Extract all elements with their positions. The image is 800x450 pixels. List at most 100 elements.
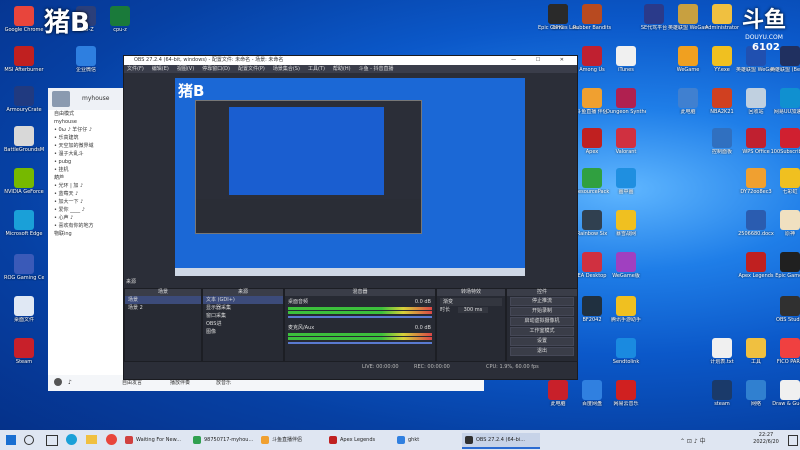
desktop-icon[interactable]: Rubber Bandits [572,4,612,31]
desktop-icon[interactable]: 桌面文件 [4,296,44,323]
chat-channel-item[interactable]: • 0ω ♪ 羊仔仔 ♪ [48,126,123,134]
desktop-icon[interactable]: 腾讯手游助手 [606,296,646,323]
volume-slider[interactable] [288,342,432,344]
track-name: 麦克风/Aux [288,325,315,331]
chat-channel-item[interactable]: • 温子大乱斗 [48,150,123,158]
control-button[interactable]: 设置 [510,337,574,346]
watermark-cn: 斗鱼 [741,8,786,33]
edge-icon[interactable] [66,434,77,445]
menu-item[interactable]: 帮助(H) [333,66,351,72]
taskbar-app[interactable]: 98750717-myhou... [190,433,268,447]
chat-channel-item[interactable]: 自由模式 [48,110,123,118]
chat-channel-item[interactable]: 物联ing [48,230,123,238]
menu-item[interactable]: 停靠窗口(D) [202,66,230,72]
notification-icon[interactable] [788,435,798,446]
desktop-icon[interactable]: iTunes [606,46,646,73]
desktop-icon[interactable]: ArmouryCrate [4,86,44,113]
avatar[interactable] [52,91,70,107]
chat-channel-item[interactable]: • 天空加的微界域 [48,142,123,150]
volume-icon[interactable]: ♪ [68,379,72,386]
toolbar-music[interactable]: 放音乐 [216,379,231,386]
source-item[interactable]: 图像 [203,328,283,336]
window-controls[interactable]: — ☐ ✕ [511,56,573,65]
app-icon [678,88,698,108]
desktop-icon[interactable]: NVIDIA GeForce [4,168,44,195]
desktop-icon[interactable]: Sendtolink [606,338,646,365]
control-button[interactable]: 启动虚拟摄像机 [510,317,574,326]
chat-channel-item[interactable]: 葫芦 [48,174,123,182]
tray-icons[interactable]: ⌃ ⊡ ♪ 中 [680,436,740,445]
chat-channel-item[interactable]: • 蓝莓天 ♪ [48,190,123,198]
menu-item[interactable]: 配置文件(P) [238,66,265,72]
desktop-icon[interactable]: 100Subscribers [770,128,800,155]
chat-channel-item[interactable]: • 心声 ♪ [48,214,123,222]
nested-preview-window [195,100,422,234]
desktop-icon[interactable]: OBS Studio [770,296,800,323]
toolbar-free-talk[interactable]: 自由发言 [122,379,142,386]
chat-channel-item[interactable]: • 乐高建筑 [48,134,123,142]
control-button[interactable]: 退出 [510,347,574,356]
desktop-icon[interactable]: BattleGroundsMobile [4,126,44,153]
desktop-icon[interactable]: Dungeon Synthesis [606,88,646,115]
explorer-icon[interactable] [86,435,97,444]
chat-channel-item[interactable]: myhouse [48,118,123,126]
task-view-icon[interactable] [46,435,58,446]
chat-channel-item[interactable]: • 光环 | 加 ♪ [48,182,123,190]
chat-channel-item[interactable]: • 加大一下 ♪ [48,198,123,206]
desktop-icon[interactable]: Valorant [606,128,646,155]
control-button[interactable]: 停止推流 [510,297,574,306]
toolbar-accompany[interactable]: 播放伴奏 [170,379,190,386]
desktop-icon[interactable]: cpu-z [100,6,140,33]
source-item[interactable]: 窗口采集 [203,312,283,320]
menu-item[interactable]: 斗鱼 - 抖音直播 [359,66,394,72]
menu-item[interactable]: 视图(V) [177,66,194,72]
volume-slider[interactable] [288,316,432,318]
desktop-icon[interactable]: 网易云音乐 [606,380,646,407]
taskbar-app[interactable]: Waiting For New... [122,433,200,447]
control-button[interactable]: 工作室模式 [510,327,574,336]
chat-channel-item[interactable]: • 爱你 ____ ♪ [48,206,123,214]
menu-item[interactable]: 场景集合(S) [273,66,300,72]
desktop-icon[interactable]: 网易UU加速器 [770,88,800,115]
desktop-icon[interactable]: FICO PARK [770,338,800,365]
desktop-icon[interactable]: 原神 [770,210,800,237]
desktop-icon[interactable]: Google Chrome [4,6,44,33]
mic-icon[interactable] [54,378,62,386]
desktop-icon[interactable]: MSI Afterburner [4,46,44,73]
desktop-icon[interactable]: Epic Games [770,252,800,279]
chat-channel-item[interactable]: • pubg [48,158,123,166]
clock-time: 22:27 [758,432,774,438]
desktop-icon[interactable]: Steam [4,338,44,365]
taskbar-app[interactable]: 斗鱼直播伴侣 [258,433,336,447]
taskbar-app[interactable]: OBS 27.2.4 (64-bi... [462,433,540,449]
duration-value[interactable]: 300 ms [457,307,489,313]
desktop-icon[interactable]: WeGame版 [606,252,646,279]
taskbar-app[interactable]: ghkt [394,433,472,447]
start-button[interactable] [6,435,16,445]
chat-channel-item[interactable]: • 喜欢有你的地方 [48,222,123,230]
menu-item[interactable]: 工具(T) [308,66,325,72]
desktop-icon[interactable]: Draw & Guess [770,380,800,407]
obs-preview[interactable]: 猪B [175,78,525,276]
source-item[interactable]: 文本 (GDI+) [203,296,283,304]
scene-item[interactable]: 场景 2 [125,304,201,312]
desktop-icon[interactable]: 企业微信 [66,46,106,73]
chrome-icon[interactable] [106,434,117,445]
desktop-icon[interactable]: ROG Gaming Center [4,254,44,281]
chat-channel-item[interactable]: • 挂机 [48,166,123,174]
app-icon [746,338,766,358]
desktop-icon[interactable]: 画中画 [606,168,646,195]
scene-item[interactable]: 场景 [125,296,201,304]
source-item[interactable]: 显示器采集 [203,304,283,312]
clock[interactable]: 22:27 2022/6/20 [746,432,786,446]
taskbar-app[interactable]: Apex Legends [326,433,404,447]
menu-item[interactable]: 文件(F) [127,66,144,72]
search-icon[interactable] [24,435,34,445]
menu-item[interactable]: 编辑(E) [152,66,169,72]
control-button[interactable]: 开始录制 [510,307,574,316]
transition-type[interactable]: 渐变 [440,298,502,306]
desktop-icon[interactable]: 暴雪战网 [606,210,646,237]
desktop-icon[interactable]: Microsoft Edge [4,210,44,237]
desktop-icon[interactable]: 七彩虹 [770,168,800,195]
source-item[interactable]: OBS进 [203,320,283,328]
